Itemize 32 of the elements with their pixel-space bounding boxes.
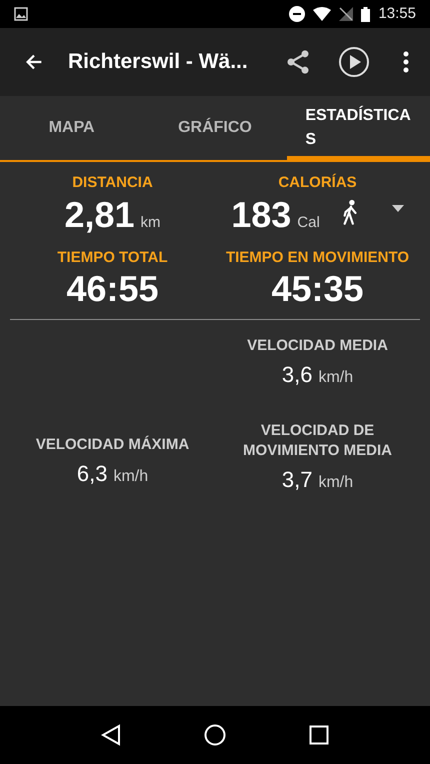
no-signal-icon <box>339 7 354 21</box>
do-not-disturb-icon <box>289 6 306 22</box>
dropdown-caret-icon[interactable] <box>392 204 404 212</box>
speed-unit: km/h <box>318 368 354 388</box>
speed-label: VELOCIDAD DE MOVIMIENTO MEDIA <box>242 421 393 461</box>
stat-label: DISTANCIA <box>72 173 153 193</box>
stat-unit: Cal <box>297 214 320 230</box>
stat-value: 46:55 <box>66 271 159 307</box>
tab[interactable]: MAPA <box>0 96 144 160</box>
speed-value: 3,7 <box>282 466 312 494</box>
play-icon <box>338 46 370 78</box>
stat-unit: km <box>140 214 161 230</box>
stat-value: 2,81 <box>64 196 135 232</box>
stat-label: CALORÍAS <box>278 172 357 193</box>
battery-icon <box>361 6 370 22</box>
stat-label: TIEMPO TOTAL <box>57 248 168 268</box>
tab[interactable]: ESTADÍSTICAS <box>286 96 430 160</box>
speed-value: 6,3 <box>76 460 108 488</box>
speed-value: 3,6 <box>282 361 312 389</box>
screen-title: Richterswil - Wä... <box>68 49 248 76</box>
stat-value: 183 <box>231 196 292 232</box>
image-icon <box>14 7 28 21</box>
wifi-icon <box>313 7 332 21</box>
tab[interactable]: GRÁFICO <box>143 96 287 160</box>
speed-unit: km/h <box>318 473 354 493</box>
speed-unit: km/h <box>113 467 148 487</box>
status-time: 13:55 <box>378 4 416 24</box>
stat-label: TIEMPO EN MOVIMIENTO <box>226 248 410 268</box>
more-options-icon <box>403 51 409 73</box>
stat-value: 45:35 <box>271 271 364 307</box>
speed-label: VELOCIDAD MEDIA <box>246 336 389 356</box>
speed-label: VELOCIDAD MÁXIMA <box>34 435 190 455</box>
